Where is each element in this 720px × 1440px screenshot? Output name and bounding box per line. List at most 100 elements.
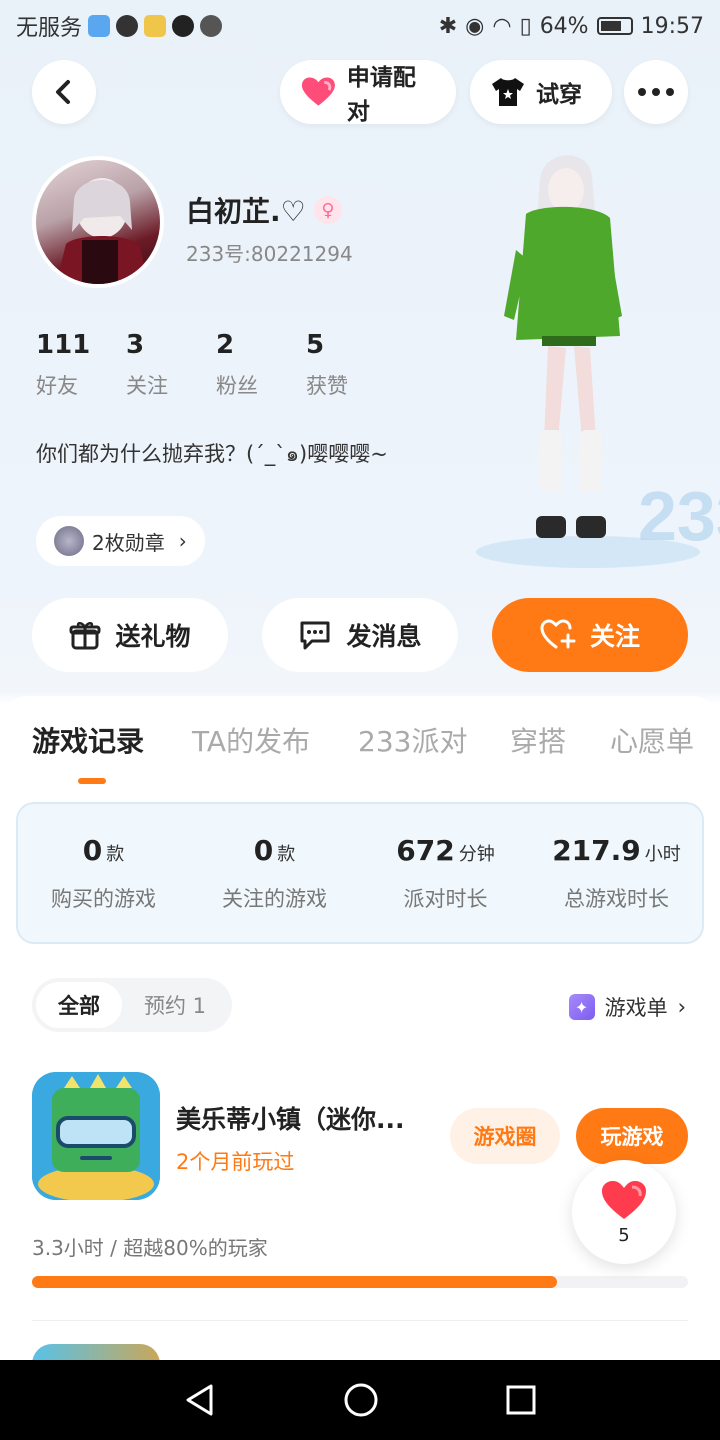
tab-posts[interactable]: TA的发布 [192,720,310,760]
user-id: 233号:80221294 [186,242,353,266]
cartoon-app-icon [144,15,167,37]
stat-label: 获赞 [306,374,348,398]
heart-plus-icon [540,619,576,649]
tiktok-icon [172,15,195,37]
battery-alert-icon: ▯ [519,13,532,39]
stat-value: 5 [306,330,325,360]
try-on-label: 试穿 [536,82,582,108]
tab-wishlist[interactable]: 心愿单 [610,720,694,760]
chevron-right-icon: › [178,529,187,553]
battery-icon [596,17,633,35]
wifi-icon: ◠ [492,13,512,39]
tshirt-icon [492,78,524,106]
game-list-label: 游戏单 [604,996,668,1020]
game-circle-button[interactable]: 游戏圈 [450,1108,560,1164]
female-gender-icon: ♀ [314,196,342,224]
stat-label: 总游戏时长 [564,887,669,911]
medal-icon [54,526,84,556]
profile-stats: 111 好友 3 关注 2 粉丝 5 获赞 [36,330,396,400]
top-bar: 申请配对 试穿 [0,60,720,125]
game-last-played: 2个月前玩过 [176,1150,295,1174]
system-nav-bar [0,1360,720,1440]
stat-unit: 分钟 [458,844,495,865]
stat-unit: 款 [277,844,296,865]
nav-home-icon[interactable] [343,1382,379,1418]
stat-party-time[interactable]: 672 分钟派对时长 [360,804,531,942]
stat-value: 2 [216,330,235,360]
nav-back-icon[interactable] [183,1383,217,1417]
battery-text: 64% [539,13,589,39]
wechat-icon [200,15,223,37]
stat-followed-games[interactable]: 0 款关注的游戏 [189,804,360,942]
send-message-label: 发消息 [346,622,422,651]
heart-icon [301,77,335,106]
follow-label: 关注 [589,622,640,651]
divider [32,1320,688,1321]
stat-label: 关注 [126,374,168,398]
stat-likes[interactable]: 5 获赞 [306,330,396,400]
profile-page: 无服务 ✱ ◉ ◠ ▯ 64% 19:57 申请配对 试穿 白初芷.♡ ♀ 23… [0,0,720,1440]
back-button[interactable] [32,60,96,124]
stat-following[interactable]: 3 关注 [126,330,216,400]
filter-all[interactable]: 全部 [36,982,122,1028]
nav-recents-icon[interactable] [505,1384,537,1416]
stat-label: 派对时长 [403,887,488,911]
apply-pair-button[interactable]: 申请配对 [280,60,456,125]
send-message-button[interactable]: 发消息 [262,598,458,672]
user-name: 白初芷.♡ [186,195,306,228]
stat-label: 粉丝 [216,374,258,398]
stat-unit: 小时 [644,844,681,865]
more-dots-icon [638,88,674,96]
tab-outfits[interactable]: 穿搭 [510,720,566,760]
action-buttons: 送礼物 发消息 关注 [0,598,720,672]
game-title: 美乐蒂小镇（迷你... [176,1105,405,1134]
filter-reserved[interactable]: 预约 1 [122,982,228,1028]
stat-label: 关注的游戏 [222,887,327,911]
stat-value: 111 [36,330,91,360]
profile-tabs: 游戏记录 TA的发布 233派对 穿搭 心愿单 [0,720,720,760]
character-figure: 233 [476,155,720,568]
more-options-button[interactable] [624,60,688,124]
play-game-button[interactable]: 玩游戏 [576,1108,688,1164]
apply-pair-label: 申请配对 [346,65,416,125]
tab-233-party[interactable]: 233派对 [358,720,467,760]
sparkle-icon: ✦ [568,994,595,1020]
likes-count: 5 [618,1224,630,1246]
playtime-progress-fill [32,1276,557,1288]
avatar-image [56,178,148,284]
tab-game-records[interactable]: 游戏记录 [32,720,144,760]
gift-icon [69,622,101,650]
follow-button[interactable]: 关注 [492,598,688,672]
stat-value: 672 [396,834,455,867]
chevron-right-icon: › [677,995,686,1019]
stat-value: 3 [126,330,145,360]
try-on-button[interactable]: 试穿 [470,60,612,124]
carrier-text: 无服务 [16,16,83,41]
game-list-button[interactable]: ✦ 游戏单 › [568,992,686,1022]
active-tab-indicator [78,778,106,784]
stat-label: 好友 [36,374,78,398]
avatar-3d-character[interactable]: 233 [470,140,720,580]
send-gift-button[interactable]: 送礼物 [32,598,228,672]
stat-fans[interactable]: 2 粉丝 [216,330,306,400]
game-cover-image [32,1072,160,1200]
time-text: 19:57 [640,13,704,39]
avatar[interactable] [32,156,164,288]
playtime-progress-bar [32,1276,688,1288]
shield-app-icon [88,15,111,37]
stat-unit: 款 [106,844,125,865]
stat-value: 0 [253,834,274,867]
stat-value: 0 [82,834,103,867]
svg-text:233: 233 [638,477,720,555]
stat-value: 217.9 [552,834,641,867]
stat-friends[interactable]: 111 好友 [36,330,126,400]
game-icon [32,1072,160,1200]
send-gift-label: 送礼物 [115,622,191,651]
eye-icon: ◉ [465,13,485,39]
bluetooth-icon: ✱ [438,13,458,39]
stat-purchased-games[interactable]: 0 款购买的游戏 [18,804,189,942]
likes-floating-button[interactable]: 5 [572,1160,676,1264]
chat-icon [300,621,330,650]
stat-total-play-time[interactable]: 217.9 小时总游戏时长 [531,804,702,942]
medals-button[interactable]: 2枚勋章 › [36,516,205,566]
